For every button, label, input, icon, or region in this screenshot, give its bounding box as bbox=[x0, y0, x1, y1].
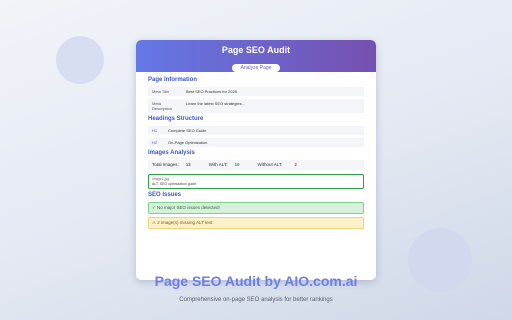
meta-description-row: Meta Description Learn the latest SEO st… bbox=[148, 99, 364, 113]
footer-subtitle: Comprehensive on-page SEO analysis for b… bbox=[179, 297, 333, 303]
issue-success-message: ✓ No major SEO issues detected! bbox=[148, 202, 364, 214]
heading-text: On-Page Optimization bbox=[168, 140, 208, 145]
meta-description-value: Learn the latest SEO strategies... bbox=[186, 101, 245, 106]
decorative-circle-left bbox=[56, 36, 104, 84]
with-alt-count: 10 bbox=[234, 162, 240, 167]
without-alt-count: 2 bbox=[294, 162, 297, 167]
analyze-page-button[interactable]: Analyze Page bbox=[231, 64, 281, 72]
images-analysis-heading: Images Analysis bbox=[148, 150, 195, 156]
popup-content: Page Information Meta Title Best SEO Pra… bbox=[136, 72, 376, 229]
seo-audit-popup: Page SEO Audit Analyze Page Page Informa… bbox=[136, 40, 376, 280]
without-alt-label: Without ALT: bbox=[257, 162, 283, 167]
heading-row-h2: H2 On-Page Optimization bbox=[148, 138, 364, 147]
popup-title: Page SEO Audit bbox=[221, 45, 291, 55]
meta-title-label: Meta Title bbox=[152, 89, 170, 94]
heading-tag: H1 bbox=[152, 128, 158, 133]
image-alt-text: ALT: SEO optimization guide bbox=[152, 181, 197, 186]
meta-description-label: Meta Description bbox=[152, 101, 173, 111]
heading-row-h1: H1 Complete SEO Guide bbox=[148, 126, 364, 135]
image-list-item[interactable]: image1.jpg ALT: SEO optimization guide bbox=[148, 174, 364, 189]
footer-title: Page SEO Audit by AIO.com.ai bbox=[154, 273, 358, 289]
headings-structure-heading: Headings Structure bbox=[148, 116, 204, 122]
heading-tag: H2 bbox=[152, 140, 158, 145]
total-images-count: 12 bbox=[185, 162, 191, 167]
with-alt-label: With ALT: bbox=[208, 162, 228, 167]
heading-text: Complete SEO Guide bbox=[168, 128, 207, 133]
page-info-heading: Page Information bbox=[148, 77, 198, 83]
meta-title-row: Meta Title Best SEO Practices for 2025 bbox=[148, 87, 364, 96]
issue-warning-message: ⚠ 2 image(s) missing ALT text bbox=[148, 217, 364, 229]
popup-header: Page SEO Audit Analyze Page bbox=[136, 40, 376, 72]
image-stats-row: Total Images: 12 With ALT: 10 Without AL… bbox=[148, 160, 364, 170]
total-images-label: Total Images: bbox=[152, 162, 179, 167]
seo-issues-heading: SEO Issues bbox=[148, 192, 182, 198]
meta-title-value: Best SEO Practices for 2025 bbox=[186, 89, 237, 94]
